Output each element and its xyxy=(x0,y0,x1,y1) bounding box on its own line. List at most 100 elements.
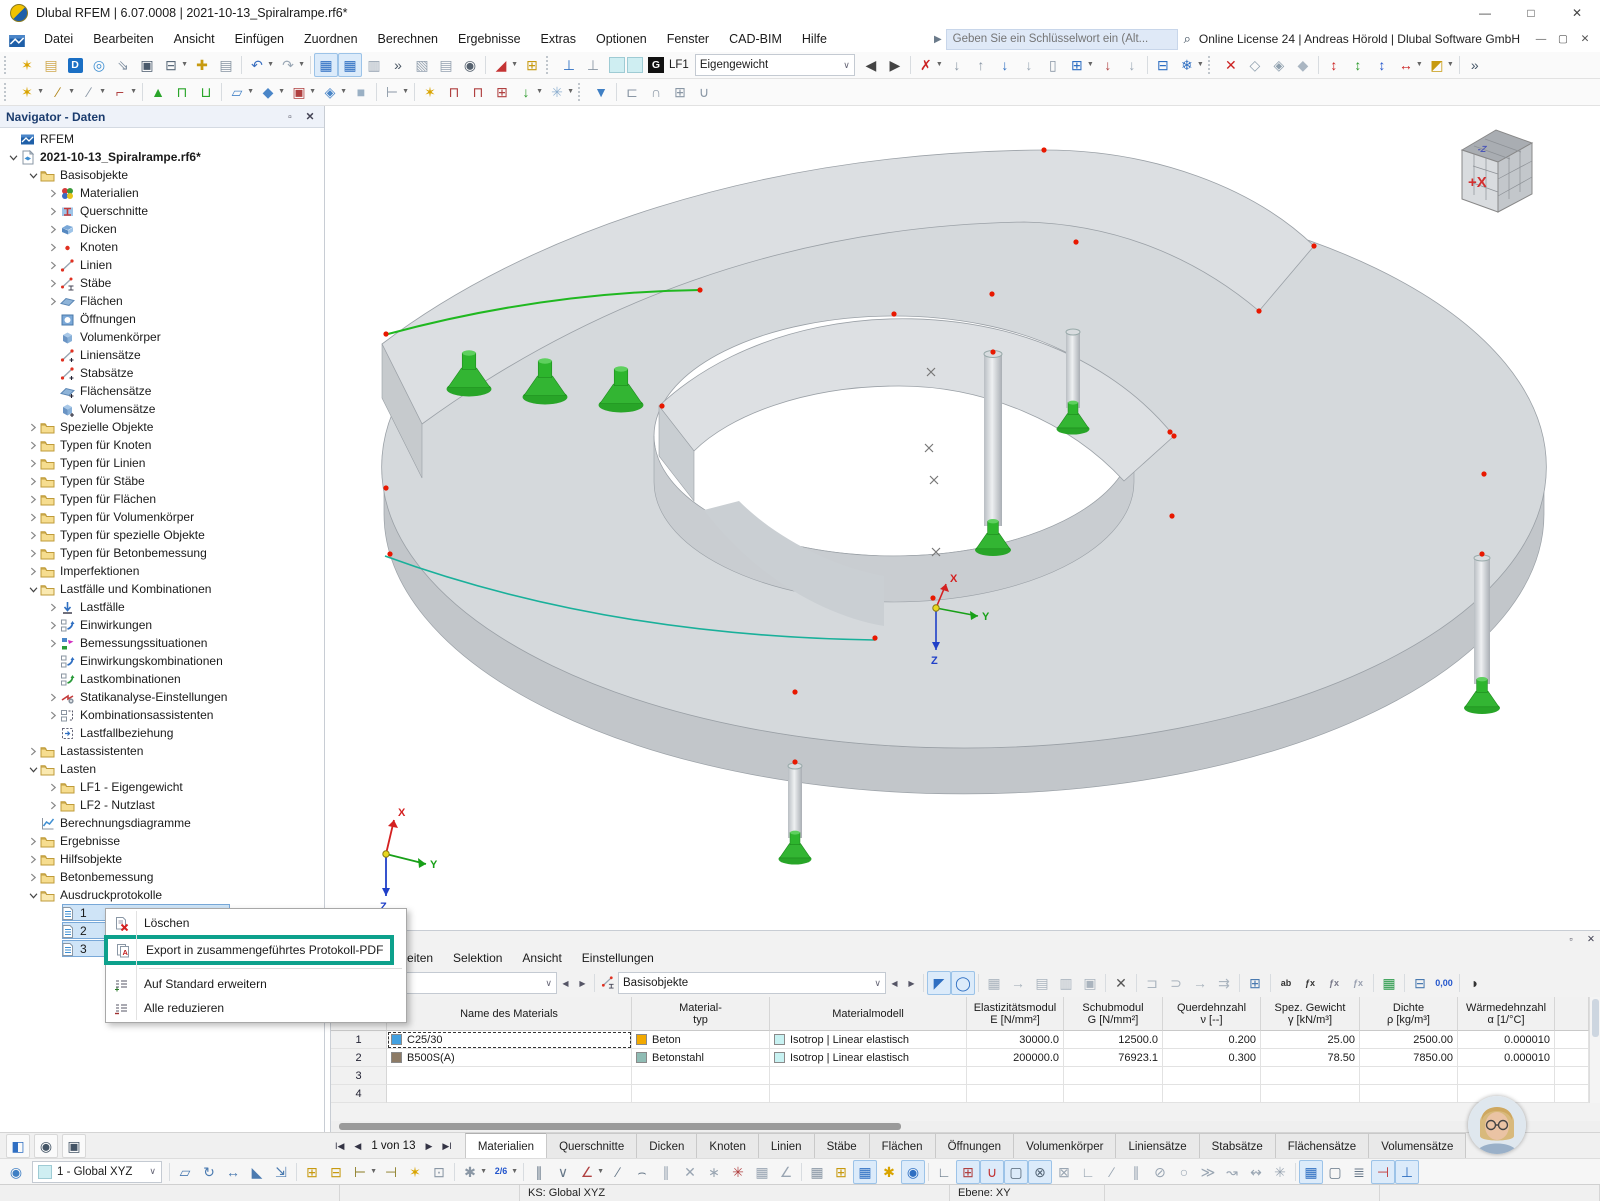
column-header-name-des-materials[interactable]: Name des Materials xyxy=(387,997,632,1031)
formula-all-icon[interactable]: ƒx xyxy=(1346,971,1370,995)
tab-linien[interactable]: Linien xyxy=(757,1133,815,1159)
value-cell[interactable]: 12500.0 xyxy=(1064,1031,1163,1049)
value-cell[interactable]: 30000.0 xyxy=(967,1031,1064,1049)
table-filter-icon[interactable]: ▥ xyxy=(1054,971,1078,995)
close-panel-icon[interactable]: ✕ xyxy=(300,111,320,123)
tree-item-berechnungsdiagramme[interactable]: Berechnungsdiagramme xyxy=(26,814,191,832)
tree-item-lf2-nutzlast[interactable]: LF2 - Nutzlast xyxy=(46,796,155,814)
new-nodal-load-icon[interactable]: ✶ xyxy=(418,80,442,104)
tree-item-rfem[interactable]: RFEM xyxy=(6,130,74,148)
undo-icon[interactable]: ↶ ▼ xyxy=(245,53,274,77)
expand-icon[interactable] xyxy=(26,474,40,488)
parallel-icon[interactable]: ∥ xyxy=(654,1160,678,1184)
tree-item-lastassistenten[interactable]: Lastassistenten xyxy=(26,742,143,760)
tab-flächensätze[interactable]: Flächensätze xyxy=(1274,1133,1370,1159)
tab-knoten[interactable]: Knoten xyxy=(696,1133,759,1159)
view-cube[interactable]: -Z +X xyxy=(1460,129,1534,213)
doc-close-button[interactable]: ✕ xyxy=(1574,33,1596,45)
extrude-y-icon[interactable]: ↕ xyxy=(1346,53,1370,77)
tab-volumenkörper[interactable]: Volumenkörper xyxy=(1013,1133,1117,1159)
corner-snap-icon[interactable]: ∟ xyxy=(1076,1160,1100,1184)
tree-item-imperfektionen[interactable]: Imperfektionen xyxy=(26,562,139,580)
table-colors-icon[interactable]: ▤ xyxy=(1030,971,1054,995)
ortho-mode-icon[interactable]: ∟ xyxy=(932,1160,956,1184)
column-header-materialmodell[interactable]: Materialmodell xyxy=(770,997,967,1031)
new-line-support-icon[interactable]: ⊓ xyxy=(170,80,194,104)
new-node-icon[interactable]: ✶ ▼ xyxy=(15,80,44,104)
dlubal-d-icon[interactable]: D xyxy=(63,53,87,77)
ruler-icon[interactable]: ⊥ xyxy=(1395,1159,1419,1184)
model-manager-icon[interactable]: ◎ xyxy=(87,53,111,77)
table-export-row-icon[interactable]: → xyxy=(1188,971,1212,995)
table-menu-selektion[interactable]: Selektion xyxy=(443,949,512,967)
tree-item-lastfälle[interactable]: Lastfälle xyxy=(46,598,125,616)
grid-loads-icon[interactable]: ⊞ ▼ xyxy=(1065,53,1094,77)
tree-item-dicken[interactable]: Dicken xyxy=(46,220,117,238)
tree-item-einwirkungskombinationen[interactable]: Einwirkungskombinationen xyxy=(46,652,223,670)
material-model-cell[interactable]: Isotrop | Linear elastisch xyxy=(770,1031,967,1049)
column-header-kn-m[interactable]: Spez. Gewicht γ [kN/m³] xyxy=(1261,997,1360,1031)
circle2-snap-icon[interactable]: ○ xyxy=(1172,1160,1196,1184)
value-cell[interactable]: 0.200 xyxy=(1163,1031,1261,1049)
new-printout-report-icon[interactable]: ✚ xyxy=(190,53,214,77)
mesh-icon[interactable]: ▦ xyxy=(750,1160,774,1184)
row-number[interactable]: 4 xyxy=(331,1085,387,1103)
column-header-kg-m[interactable]: Dichte ρ [kg/m³] xyxy=(1360,997,1458,1031)
value-cell[interactable] xyxy=(1261,1067,1360,1085)
collapse-icon[interactable] xyxy=(26,762,40,776)
rotate-icon[interactable]: ↻ xyxy=(197,1160,221,1184)
tree-item-1[interactable]: 1 xyxy=(46,904,230,922)
material-model-cell[interactable]: Isotrop | Linear elastisch xyxy=(770,1049,967,1067)
tree-item-liniensätze[interactable]: Liniensätze xyxy=(46,346,141,364)
dim-xx-icon[interactable]: ⊣ xyxy=(379,1160,403,1184)
tree-item-öffnungen[interactable]: Öffnungen xyxy=(46,310,136,328)
row-number[interactable]: 3 xyxy=(331,1067,387,1085)
new-surface-icon[interactable]: ▱ ▼ xyxy=(225,80,254,104)
load-dim-icon[interactable]: ↓ xyxy=(1120,53,1144,77)
tree-item-lastfallbeziehung[interactable]: Lastfallbeziehung xyxy=(46,724,173,742)
table-menu-ansicht[interactable]: Ansicht xyxy=(512,949,571,967)
material-name-cell[interactable] xyxy=(387,1067,632,1085)
webcam-avatar[interactable] xyxy=(1468,1096,1526,1154)
expand-icon[interactable] xyxy=(46,276,60,290)
tree-item-typen-für-betonbemessung[interactable]: Typen für Betonbemessung xyxy=(26,544,207,562)
material-model-cell[interactable] xyxy=(770,1067,967,1085)
tree-item-einwirkungen[interactable]: Einwirkungen xyxy=(46,616,152,634)
table-row-1[interactable]: 1 C25/30 Beton Isotrop | Linear elastisch 30… xyxy=(331,1031,1589,1049)
table-group-select[interactable]: Basisobjekte ∨ xyxy=(618,972,886,994)
ortho-lines-icon[interactable]: ∥ xyxy=(527,1160,551,1184)
expand-icon[interactable] xyxy=(46,690,60,704)
new-model-icon[interactable]: ✶ xyxy=(15,53,39,77)
new-surface-load-icon[interactable]: ⊓ xyxy=(466,80,490,104)
expand-icon[interactable] xyxy=(26,528,40,542)
ostrike-snap-icon[interactable]: ⊘ xyxy=(1148,1160,1172,1184)
navigator-header[interactable]: Navigator - Daten ▫ ✕ xyxy=(0,106,324,128)
table-cut-icon[interactable]: ⊃ xyxy=(1164,971,1188,995)
toolbar-grip[interactable] xyxy=(546,56,553,74)
new-member-icon[interactable]: ∕ ▼ xyxy=(77,80,106,104)
polygon-icon[interactable]: ✳ xyxy=(726,1160,750,1184)
offset-icon[interactable]: ∗ xyxy=(702,1160,726,1184)
load-values-icon[interactable]: ↑ xyxy=(969,53,993,77)
section-icon[interactable]: ∩ xyxy=(644,80,668,104)
value-cell[interactable] xyxy=(967,1085,1064,1103)
new-solid-icon[interactable]: ◆ ▼ xyxy=(256,80,285,104)
new-free-load-icon[interactable]: ⊞ xyxy=(490,80,514,104)
value-cell[interactable] xyxy=(967,1067,1064,1085)
toolbar-grip[interactable] xyxy=(4,83,11,101)
tree-item-querschnitte[interactable]: Querschnitte xyxy=(46,202,148,220)
context-item-export-in-zusammengeführtes-protokoll-pdf[interactable]: A Export in zusammengeführtes Protokoll-P… xyxy=(108,939,390,961)
table-filter-next-icon[interactable]: ▶ xyxy=(574,972,591,994)
expand-icon[interactable] xyxy=(26,438,40,452)
numbering-icon[interactable]: 2/6 ▼ xyxy=(489,1160,518,1184)
collapse-icon[interactable] xyxy=(26,168,40,182)
layers-icon[interactable]: ≣ xyxy=(1347,1160,1371,1184)
zoom-region-icon[interactable]: ◉ xyxy=(4,1160,28,1184)
import-model-icon[interactable]: ⇘ xyxy=(111,53,135,77)
new-imposed-load-icon[interactable]: ↓ ▼ xyxy=(514,80,544,104)
snap-on-icon[interactable]: ◉ xyxy=(901,1159,925,1184)
tree-item-flächen[interactable]: Flächen xyxy=(46,292,123,310)
move-copy-icon[interactable]: ▱ xyxy=(173,1160,197,1184)
square-snap-icon[interactable]: ▢ xyxy=(1004,1159,1028,1184)
material-name-cell[interactable] xyxy=(387,1085,632,1103)
